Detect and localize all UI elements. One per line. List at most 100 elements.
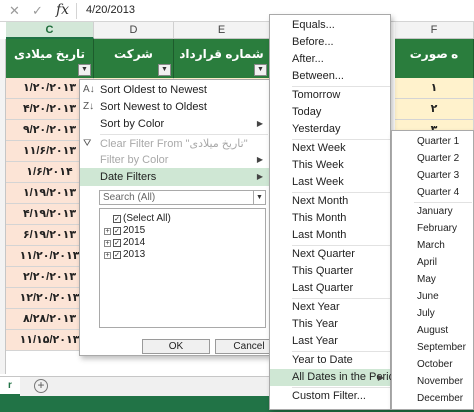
date-filter-label: This Week: [292, 159, 344, 171]
date-filters-item[interactable]: Date Filters ▶: [80, 168, 269, 186]
period-item[interactable]: February: [392, 220, 473, 237]
formula-bar: ✕ ✓ fx 4/20/2013: [0, 0, 474, 22]
date-filter-label: Next Year: [292, 301, 340, 313]
column-header-c[interactable]: C: [6, 22, 94, 39]
filter-by-color-item[interactable]: Filter by Color ▶: [80, 151, 269, 169]
filter-dropdown-icon[interactable]: ▼: [158, 64, 171, 76]
date-filter-item[interactable]: This Quarter: [270, 263, 390, 280]
period-item[interactable]: Quarter 2: [392, 150, 473, 167]
ok-button[interactable]: OK: [142, 339, 210, 354]
period-item[interactable]: March: [392, 237, 473, 254]
date-filter-item[interactable]: Custom Filter...: [270, 388, 390, 405]
period-item[interactable]: September: [392, 339, 473, 356]
function-icon[interactable]: fx: [56, 2, 69, 18]
date-filter-label: Last Week: [292, 176, 344, 188]
date-filter-label: Last Year: [292, 335, 338, 347]
period-item[interactable]: Quarter 4: [392, 184, 473, 201]
tree-item-2014[interactable]: + ✓ 2014: [104, 237, 145, 249]
period-item[interactable]: July: [392, 305, 473, 322]
date-filter-item[interactable]: Last Quarter: [270, 280, 390, 297]
period-item[interactable]: October: [392, 356, 473, 373]
period-item[interactable]: December: [392, 390, 473, 407]
date-filter-item[interactable]: After...: [270, 51, 390, 68]
checkbox-checked-icon[interactable]: ✓: [113, 239, 121, 247]
date-filter-label: Tomorrow: [292, 89, 341, 101]
chevron-down-icon[interactable]: ▼: [253, 191, 265, 204]
date-filter-item[interactable]: Next Month: [270, 193, 390, 210]
date-filter-label: Next Month: [292, 195, 349, 207]
date-filter-item[interactable]: This Year: [270, 316, 390, 333]
date-filter-label: Next Week: [292, 142, 346, 154]
date-filter-label: All Dates in the Period: [292, 371, 401, 383]
sheet-tab[interactable]: r: [0, 377, 20, 396]
date-filter-item[interactable]: Yesterday: [270, 121, 390, 138]
header-cell-date[interactable]: تاریخ میلادی ▼: [6, 39, 94, 78]
date-filter-item[interactable]: Today: [270, 104, 390, 121]
status-cell[interactable]: ۱: [395, 78, 474, 99]
checkbox-checked-icon[interactable]: ✓: [113, 227, 121, 235]
date-filter-item[interactable]: Next Week: [270, 140, 390, 157]
date-filter-item[interactable]: All Dates in the Period ▶: [270, 369, 401, 386]
period-item[interactable]: November: [392, 373, 473, 390]
period-item[interactable]: May: [392, 271, 473, 288]
column-header-e[interactable]: E: [174, 22, 270, 39]
sort-by-color-item[interactable]: Sort by Color ▶: [80, 115, 269, 133]
expand-icon[interactable]: +: [104, 228, 111, 235]
date-filter-item[interactable]: This Week: [270, 157, 390, 174]
period-item[interactable]: August: [392, 322, 473, 339]
date-filter-item[interactable]: Next Year: [270, 299, 390, 316]
date-filter-item[interactable]: Year to Date: [270, 352, 390, 369]
date-filter-label: Between...: [292, 70, 344, 82]
date-filter-label: After...: [292, 53, 324, 65]
checkbox-checked-icon[interactable]: ✓: [113, 251, 121, 259]
date-filter-item[interactable]: Last Week: [270, 174, 390, 191]
expand-icon[interactable]: +: [104, 240, 111, 247]
filter-value-tree: ✓ (Select All) + ✓ 2015 + ✓ 2014 + ✓ 2013: [99, 208, 266, 328]
date-filter-item[interactable]: Equals...: [270, 17, 390, 34]
date-filter-label: Last Quarter: [292, 282, 354, 294]
header-company-label: شرکت: [114, 47, 153, 61]
chevron-right-icon: ▶: [377, 373, 384, 382]
sort-newest-item[interactable]: Z↓ Sort Newest to Oldest: [80, 98, 269, 116]
select-all-item[interactable]: ✓ (Select All): [104, 213, 171, 225]
confirm-icon[interactable]: ✓: [32, 3, 43, 19]
date-filter-label: Today: [292, 106, 322, 118]
formula-input[interactable]: 4/20/2013: [86, 4, 135, 16]
header-cell-company[interactable]: شرکت ▼: [94, 39, 174, 78]
cancel-icon[interactable]: ✕: [9, 3, 20, 19]
filter-dropdown-icon[interactable]: ▼: [78, 64, 91, 76]
date-filter-item[interactable]: Next Quarter: [270, 246, 390, 263]
period-item[interactable]: January: [392, 203, 473, 220]
header-cell-contract[interactable]: شماره قرارداد ▼: [174, 39, 270, 78]
period-item[interactable]: Quarter 3: [392, 167, 473, 184]
checkbox-checked-icon[interactable]: ✓: [113, 215, 121, 223]
tree-item-2013[interactable]: + ✓ 2013: [104, 249, 145, 261]
header-date-label: تاریخ میلادی: [13, 47, 85, 61]
date-filter-item[interactable]: Tomorrow: [270, 87, 390, 104]
date-filter-item[interactable]: Before...: [270, 34, 390, 51]
sort-oldest-item[interactable]: A↓ Sort Oldest to Newest: [80, 81, 269, 99]
date-filter-label: This Year: [292, 318, 338, 330]
filter-dropdown-icon[interactable]: ▼: [254, 64, 267, 76]
period-item[interactable]: Quarter 1: [392, 133, 473, 150]
column-header-d[interactable]: D: [94, 22, 174, 39]
period-submenu: Quarter 1 Quarter 2 Quarter 3 Quarter 4 Janu…: [391, 130, 474, 410]
formula-divider: [76, 3, 77, 19]
date-filter-label: Custom Filter...: [292, 390, 366, 402]
period-item[interactable]: April: [392, 254, 473, 271]
date-filter-item[interactable]: Last Month: [270, 227, 390, 244]
date-filter-item[interactable]: This Month: [270, 210, 390, 227]
date-filter-label: This Month: [292, 212, 347, 224]
add-sheet-icon[interactable]: +: [34, 379, 48, 393]
date-filter-label: This Quarter: [292, 265, 354, 277]
header-cell-status[interactable]: ه صورت وضعیت: [395, 39, 474, 91]
date-filter-item[interactable]: Between...: [270, 68, 390, 85]
status-cell[interactable]: ۲: [395, 99, 474, 120]
date-filter-item[interactable]: Last Year: [270, 333, 390, 350]
column-header-f[interactable]: F: [395, 22, 474, 39]
sort-descending-icon: Z↓: [83, 101, 95, 112]
filter-search-input[interactable]: Search (All) ▼: [99, 190, 266, 205]
period-item[interactable]: June: [392, 288, 473, 305]
expand-icon[interactable]: +: [104, 252, 111, 259]
tree-item-2015[interactable]: + ✓ 2015: [104, 225, 145, 237]
